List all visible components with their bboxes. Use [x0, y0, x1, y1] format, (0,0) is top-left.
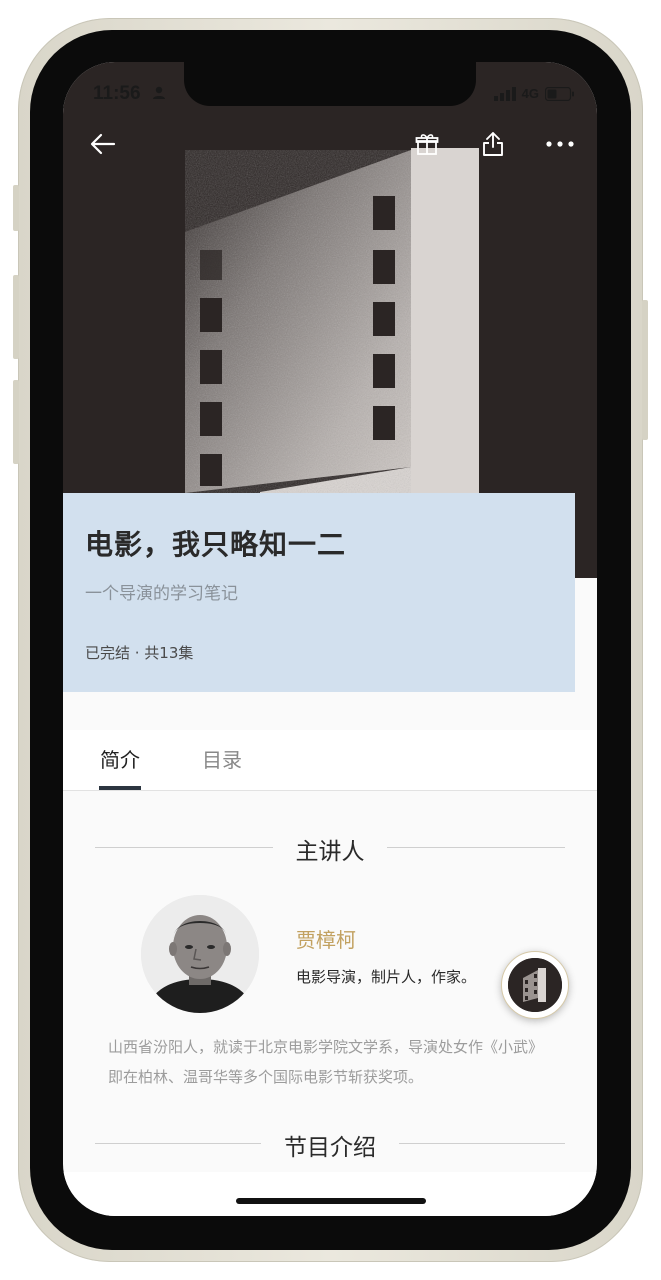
tab-bar: 简介 目录: [63, 730, 597, 791]
gift-button[interactable]: [407, 124, 447, 164]
signal-icon: [493, 86, 516, 101]
network-type: 4G: [521, 86, 539, 101]
course-title-card: 电影，我只略知一二 一个导演的学习笔记 已完结 · 共13集: [63, 493, 575, 692]
status-time: 11:56: [93, 83, 141, 104]
share-icon: [483, 132, 503, 156]
person-icon: [153, 86, 165, 99]
gift-icon: [415, 134, 439, 155]
lecturer-portrait: [141, 895, 259, 1013]
course-title: 电影，我只略知一二: [85, 528, 347, 561]
battery-icon: [545, 86, 574, 101]
more-button[interactable]: [539, 124, 581, 164]
floating-player-cover: [508, 958, 562, 1012]
volume-up-button: [13, 275, 19, 359]
lecturer-avatar[interactable]: [141, 895, 259, 1013]
lecturer-role: 电影导演，制片人，作家。: [296, 968, 477, 986]
home-indicator[interactable]: [236, 1198, 426, 1204]
share-button[interactable]: [473, 124, 513, 164]
tab-intro[interactable]: 简介: [100, 744, 140, 773]
lecturer-section-heading: 主讲人: [95, 832, 565, 865]
course-subtitle: 一个导演的学习笔记: [85, 584, 238, 604]
tab-catalog[interactable]: 目录: [202, 744, 242, 773]
mute-switch: [13, 185, 19, 231]
floating-player-button[interactable]: [501, 951, 569, 1019]
program-heading: 节目介绍: [284, 1135, 376, 1161]
divider-line: [387, 847, 565, 848]
program-section-heading: 节目介绍: [95, 1128, 565, 1161]
lecturer-bio: 山西省汾阳人，就读于北京电影学院文学系，导演处女作《小武》即在柏林、温哥华等多个…: [108, 1038, 544, 1086]
lecturer-heading: 主讲人: [295, 839, 365, 865]
volume-down-button: [13, 380, 19, 464]
arrow-left-icon: [90, 133, 116, 155]
status-right: 4G: [493, 86, 575, 101]
screen: 11:56 4G 电影，我只略知一二 一个导演的学习笔记 已完结 · 共13集 …: [63, 62, 597, 1216]
back-button[interactable]: [83, 124, 123, 164]
bottom-safe-area: [63, 1172, 597, 1216]
more-dots-icon: [546, 141, 574, 147]
lecturer-name[interactable]: 贾樟柯: [296, 924, 356, 953]
notch: [184, 62, 476, 106]
course-meta: 已完结 · 共13集: [85, 644, 194, 662]
divider-line: [399, 1143, 565, 1144]
film-strip-thumbnail-icon: [508, 958, 562, 1012]
tab-active-indicator: [99, 786, 141, 790]
power-button: [642, 300, 648, 440]
